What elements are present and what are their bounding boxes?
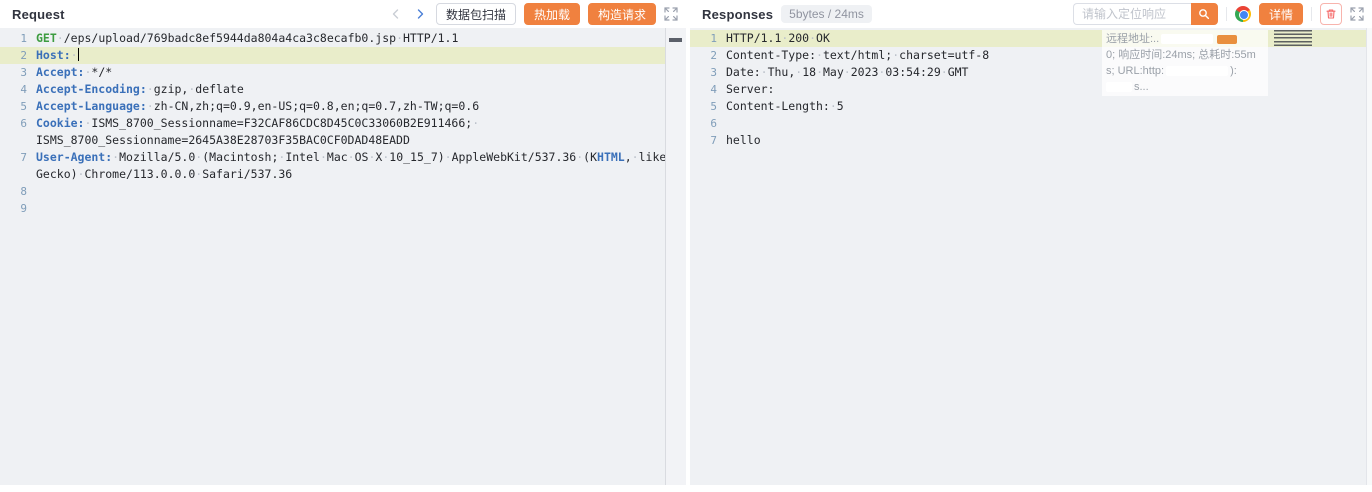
redacted-text [1106, 82, 1132, 92]
toolbar-divider [1226, 7, 1227, 21]
request-panel-title: Request [12, 7, 65, 22]
redacted-highlight [1217, 35, 1237, 44]
line-number [0, 132, 36, 149]
response-panel-title: Responses [702, 7, 773, 22]
editor-line[interactable]: 9 [0, 200, 686, 217]
line-number: 5 [690, 98, 726, 115]
line-number: 9 [0, 200, 36, 217]
line-number: 1 [0, 30, 36, 47]
response-editor[interactable]: 1HTTP/1.1·200·OK2Content-Type:·text/html… [690, 28, 1372, 485]
build-request-button[interactable]: 构造请求 [588, 3, 656, 25]
fullscreen-icon[interactable] [1350, 7, 1364, 21]
editor-line[interactable]: 1HTTP/1.1·200·OK [690, 30, 1372, 47]
editor-line[interactable]: 4Server: [690, 81, 1372, 98]
redacted-text [1166, 66, 1228, 76]
line-number: 1 [690, 30, 726, 47]
line-number: 6 [690, 115, 726, 132]
response-panel: Responses 5bytes / 24ms 详情 [690, 0, 1372, 492]
line-number: 6 [0, 115, 36, 132]
editor-line[interactable]: ISMS_8700_Sessionname=2645A38E28703F35BA… [0, 132, 686, 149]
editor-line[interactable]: 3Accept:·*/* [0, 64, 686, 81]
editor-line[interactable]: 7hello [690, 132, 1372, 149]
line-number: 2 [690, 47, 726, 64]
editor-line[interactable]: 2Content-Type:·text/html;·charset=utf-8 [690, 47, 1372, 64]
overlay-remote-address-label: 远程地址:.. [1106, 31, 1159, 47]
http-packet-viewer: Request 数据包扫描 热加载 构造请求 [0, 0, 1372, 492]
line-number: 7 [690, 132, 726, 149]
line-number: 2 [0, 47, 36, 64]
search-button[interactable] [1191, 3, 1218, 25]
trash-icon[interactable] [1320, 3, 1342, 25]
request-scrollbar-thumb[interactable] [669, 38, 682, 42]
editor-line[interactable]: 6 [690, 115, 1372, 132]
next-packet-icon[interactable] [412, 6, 428, 22]
prev-packet-icon[interactable] [388, 6, 404, 22]
line-number: 7 [0, 149, 36, 166]
fullscreen-icon[interactable] [664, 7, 678, 21]
editor-line[interactable]: 1GET·/eps/upload/769badc8ef5944da804a4ca… [0, 30, 686, 47]
line-number: 5 [0, 98, 36, 115]
overlay-url-suffix: ): [1230, 63, 1237, 79]
text-cursor [78, 48, 80, 61]
response-size-badge: 5bytes / 24ms [781, 5, 872, 23]
chrome-icon[interactable] [1235, 6, 1251, 22]
response-footer-strip [690, 485, 1372, 492]
request-editor[interactable]: 1GET·/eps/upload/769badc8ef5944da804a4ca… [0, 28, 686, 485]
line-number: 8 [0, 183, 36, 200]
details-button[interactable]: 详情 [1259, 3, 1303, 25]
editor-line[interactable]: 7User-Agent:·Mozilla/5.0·(Macintosh;·Int… [0, 149, 686, 166]
editor-line[interactable]: 3Date:·Thu,·18·May·2023·03:54:29·GMT [690, 64, 1372, 81]
response-header: Responses 5bytes / 24ms 详情 [690, 0, 1372, 28]
hot-reload-button[interactable]: 热加载 [524, 3, 580, 25]
editor-line[interactable]: 5Content-Length:·5 [690, 98, 1372, 115]
response-search [1073, 3, 1218, 25]
overlay-tail-text: s... [1134, 79, 1149, 95]
response-info-overlay: 远程地址:.. 0; 响应时间:24ms; 总耗时:55m s; URL:htt… [1102, 30, 1268, 96]
editor-line[interactable]: 8 [0, 183, 686, 200]
request-panel: Request 数据包扫描 热加载 构造请求 [0, 0, 686, 492]
editor-line[interactable]: 6Cookie:·ISMS_8700_Sessionname=F32CAF86C… [0, 115, 686, 132]
line-number: 3 [690, 64, 726, 81]
overlay-url-label: s; URL:http: [1106, 63, 1164, 79]
redacted-text [1161, 34, 1213, 44]
packet-scan-button[interactable]: 数据包扫描 [436, 3, 516, 25]
line-number: 4 [0, 81, 36, 98]
editor-line[interactable]: 4Accept-Encoding:·gzip,·deflate [0, 81, 686, 98]
response-search-input[interactable] [1073, 3, 1191, 25]
request-scrollbar[interactable] [665, 28, 686, 485]
overlay-timing-text: 0; 响应时间:24ms; 总耗时:55m [1106, 47, 1256, 63]
request-code: 1GET·/eps/upload/769badc8ef5944da804a4ca… [0, 30, 686, 217]
request-footer-strip [0, 485, 686, 492]
editor-line[interactable]: 2Host:· [0, 47, 686, 64]
request-header: Request 数据包扫描 热加载 构造请求 [0, 0, 686, 28]
tiny-note-redacted [1274, 30, 1312, 46]
editor-line[interactable]: Gecko)·Chrome/113.0.0.0·Safari/537.36 [0, 166, 686, 183]
line-number: 4 [690, 81, 726, 98]
editor-line[interactable]: 5Accept-Language:·zh-CN,zh;q=0.9,en-US;q… [0, 98, 686, 115]
response-scrollbar[interactable] [1366, 28, 1372, 485]
toolbar-divider [1311, 7, 1312, 21]
line-number: 3 [0, 64, 36, 81]
response-code: 1HTTP/1.1·200·OK2Content-Type:·text/html… [690, 30, 1372, 149]
line-number [0, 166, 36, 183]
